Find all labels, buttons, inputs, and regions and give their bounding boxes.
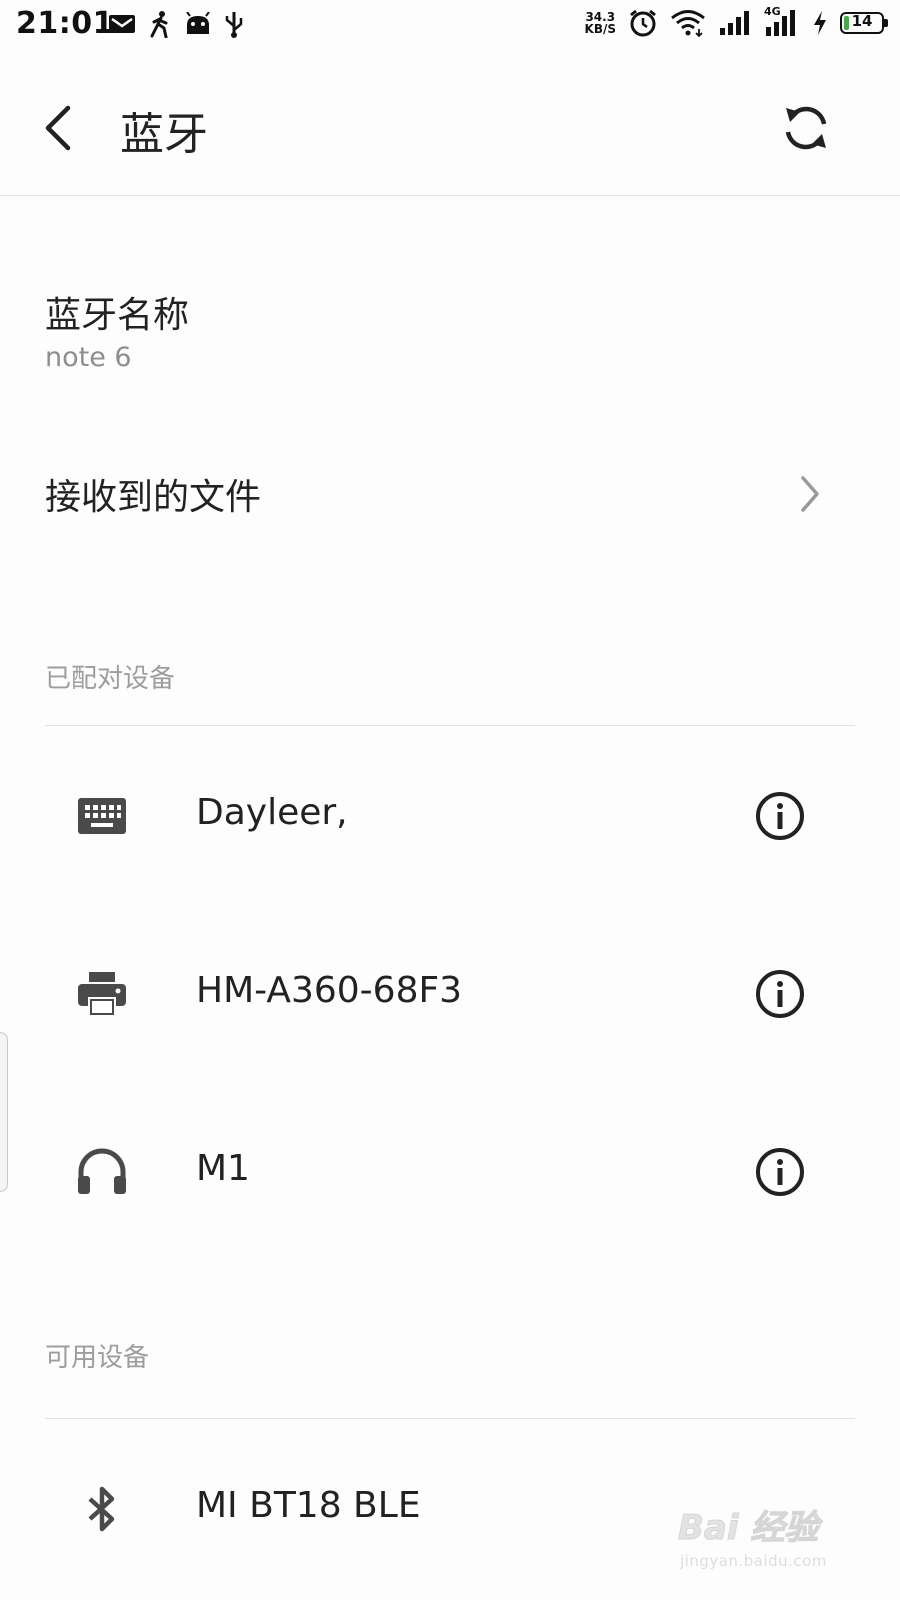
received-files-label: 接收到的文件 [45, 477, 262, 518]
paired-devices-header: 已配对设备 [45, 664, 176, 694]
battery-level: 14 [851, 12, 873, 30]
usb-icon [225, 12, 243, 38]
page-title: 蓝牙 [120, 109, 208, 160]
network-speed: 34.3 KB/S [585, 11, 616, 35]
bluetooth-icon [88, 1486, 115, 1532]
battery-icon: 14 [840, 12, 888, 34]
wifi-icon [671, 10, 705, 37]
info-icon[interactable] [754, 968, 806, 1020]
paired-device-row[interactable]: M1 [0, 1096, 900, 1246]
received-files-row[interactable]: 接收到的文件 [0, 440, 900, 550]
status-bar: 21:01 34.3 KB/S 4G 14 [0, 0, 900, 50]
watermark: Bai 经验 jingyan.baidu.com [677, 1500, 858, 1580]
network-speed-unit: KB/S [584, 22, 616, 36]
back-arrow-icon[interactable] [40, 104, 76, 152]
headphones-icon [78, 1148, 126, 1194]
bluetooth-name-value: note 6 [45, 342, 132, 373]
paired-devices-divider [45, 725, 855, 726]
alarm-icon [630, 9, 656, 37]
signal-4g-icon: 4G [764, 5, 800, 37]
chevron-right-icon [801, 476, 819, 512]
notification-icons [108, 10, 244, 38]
watermark-url: jingyan.baidu.com [680, 1552, 827, 1570]
available-devices-header: 可用设备 [45, 1343, 150, 1373]
refresh-icon[interactable] [780, 102, 832, 154]
device-name: MI BT18 BLE [196, 1485, 421, 1526]
mail-icon [109, 15, 135, 33]
info-icon[interactable] [754, 1146, 806, 1198]
signal-icon [720, 11, 749, 35]
android-icon [186, 12, 210, 34]
charging-icon [814, 11, 826, 35]
walking-icon [150, 11, 168, 38]
keyboard-icon [78, 798, 126, 834]
watermark-brand: Bai 经验 [677, 1508, 819, 1549]
bluetooth-name-row[interactable]: 蓝牙名称 note 6 [0, 272, 900, 392]
paired-device-row[interactable]: HM-A360-68F3 [0, 918, 900, 1068]
printer-icon [78, 972, 126, 1017]
bluetooth-name-title: 蓝牙名称 [45, 295, 190, 336]
device-name: HM-A360-68F3 [196, 970, 463, 1011]
available-devices-divider [45, 1418, 855, 1419]
app-bar: 蓝牙 [0, 60, 900, 196]
status-time: 21:01 [16, 6, 114, 41]
side-drawer-handle[interactable] [0, 1032, 8, 1192]
info-icon[interactable] [754, 790, 806, 842]
paired-device-row[interactable]: Dayleer, [0, 740, 900, 890]
device-name: M1 [196, 1148, 250, 1189]
device-name: Dayleer, [196, 792, 348, 833]
status-right-icons: 34.3 KB/S 4G 14 [585, 5, 888, 38]
